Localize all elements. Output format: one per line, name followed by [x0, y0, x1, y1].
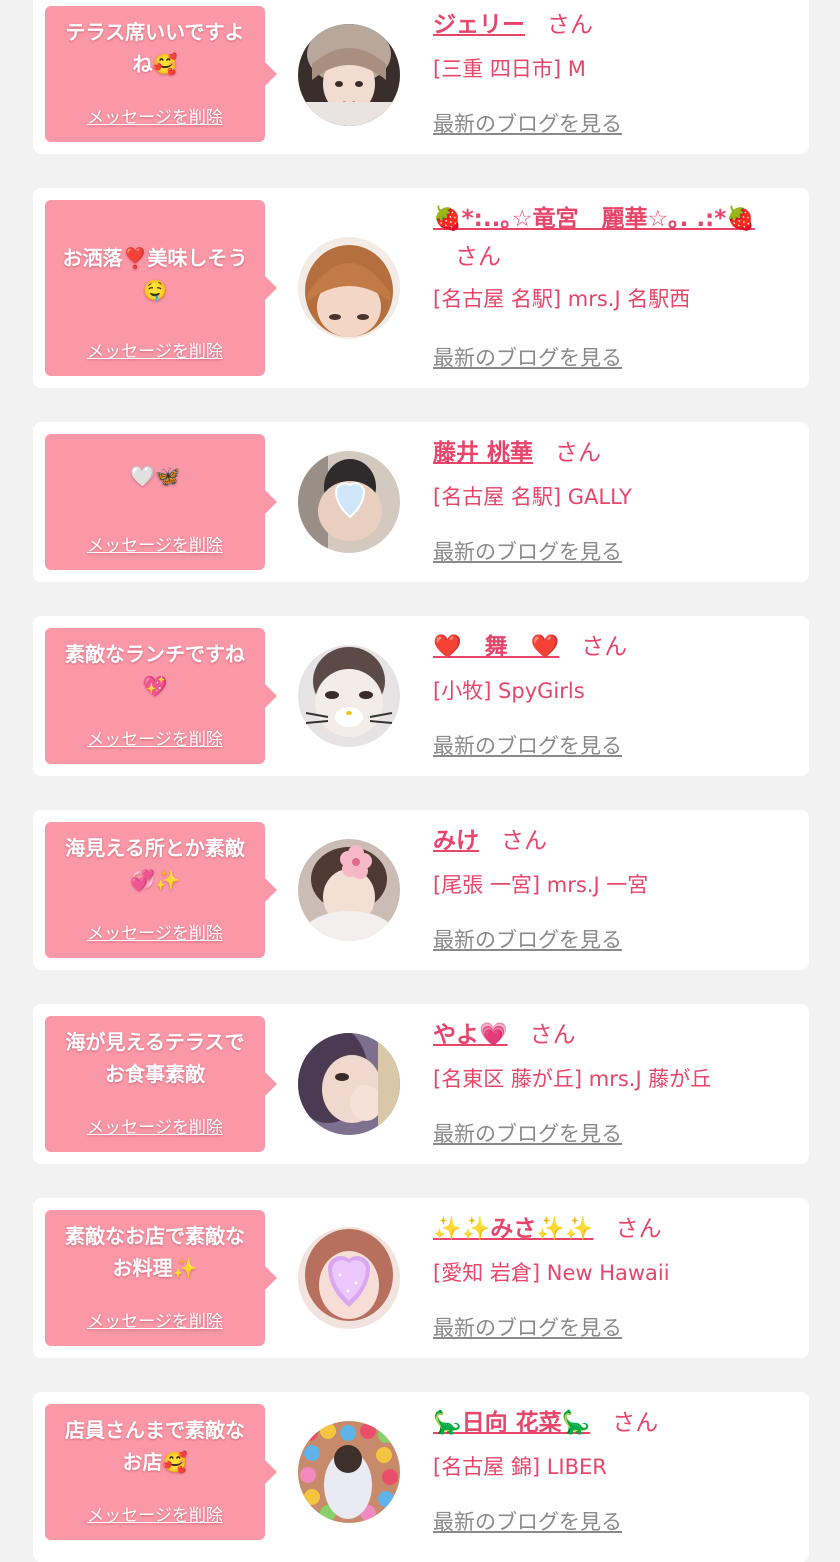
message-bubble: テラス席いいですよね🥰 メッセージを削除 — [45, 6, 277, 142]
sender-info: みけ さん [尾張 一宮] mrs.J 一宮 — [433, 822, 795, 900]
delete-message-link[interactable]: メッセージを削除 — [45, 919, 265, 944]
avatar-photo — [298, 237, 400, 339]
avatar[interactable] — [298, 237, 400, 339]
avatar[interactable] — [298, 839, 400, 941]
message-card: 素敵なランチですね💖 メッセージを削除 ❤️ 舞 ❤️ さん [小牧] SpyGi… — [33, 616, 809, 776]
name-row: 🦕日向 花菜🦕 さん — [433, 1404, 795, 1442]
sender-info: ✨✨みさ✨✨ さん [愛知 岩倉] New Hawaii — [433, 1210, 795, 1288]
sender-name-link[interactable]: ✨✨みさ✨✨ — [433, 1216, 594, 1242]
delete-message-link[interactable]: メッセージを削除 — [45, 1501, 265, 1526]
sender-info: 🍓*:..｡☆竜宮 麗華☆｡. .:*🍓 さん [名古屋 名駅] mrs.J 名駅… — [433, 200, 795, 314]
avatar-photo — [298, 839, 400, 941]
message-text: 店員さんまで素敵なお店🥰 — [65, 1418, 245, 1474]
delete-message-link[interactable]: メッセージを削除 — [45, 103, 265, 128]
latest-blog-link[interactable]: 最新のブログを見る — [433, 108, 622, 138]
message-bubble: 海見える所とか素敵💞✨ メッセージを削除 — [45, 822, 277, 958]
sender-info: ジェリー さん [三重 四日市] M — [433, 6, 795, 84]
message-text: 🤍🦋 — [130, 464, 180, 488]
sender-location: [三重 四日市] M — [433, 57, 586, 81]
message-card: 店員さんまで素敵なお店🥰 メッセージを削除 🦕日向 花菜🦕 さん [名古屋 錦]… — [33, 1392, 809, 1562]
honorific: さん — [529, 1022, 576, 1048]
avatar-photo — [298, 645, 400, 747]
sender-location: [尾張 一宮] mrs.J 一宮 — [433, 873, 649, 897]
message-card: 素敵なお店で素敵なお料理✨ メッセージを削除 ✨✨みさ✨✨ さん [愛知 岩倉] … — [33, 1198, 809, 1358]
honorific: さん — [555, 440, 602, 466]
honorific: さん — [612, 1410, 659, 1436]
message-text: 海見える所とか素敵💞✨ — [65, 836, 245, 892]
delete-message-link[interactable]: メッセージを削除 — [45, 337, 265, 362]
sender-name-link[interactable]: 藤井 桃華 — [433, 440, 533, 466]
name-row: ジェリー さん — [433, 6, 795, 44]
sender-name-link[interactable]: 🦕日向 花菜🦕 — [433, 1410, 590, 1436]
name-row: 🍓*:..｡☆竜宮 麗華☆｡. .:*🍓 さん — [433, 200, 795, 276]
message-text: 海が見えるテラスでお食事素敵 — [65, 1030, 245, 1086]
sender-name-link[interactable]: ❤️ 舞 ❤️ — [433, 634, 559, 660]
message-card: テラス席いいですよね🥰 メッセージを削除 ジェリー さん [三重 四日市] M 最… — [33, 0, 809, 154]
delete-message-link[interactable]: メッセージを削除 — [45, 1113, 265, 1138]
message-text: 素敵なランチですね💖 — [65, 642, 245, 698]
avatar-photo — [298, 451, 400, 553]
message-bubble: お洒落❣️美味しそう🤤 メッセージを削除 — [45, 200, 277, 376]
sender-name-link[interactable]: ジェリー — [433, 12, 525, 38]
sender-info: 藤井 桃華 さん [名古屋 名駅] GALLY — [433, 434, 795, 512]
message-bubble: 素敵なお店で素敵なお料理✨ メッセージを削除 — [45, 1210, 277, 1346]
sender-location: [名古屋 錦] LIBER — [433, 1455, 607, 1479]
delete-message-link[interactable]: メッセージを削除 — [45, 531, 265, 556]
sender-info: ❤️ 舞 ❤️ さん [小牧] SpyGirls — [433, 628, 795, 706]
sender-location: [名古屋 名駅] GALLY — [433, 485, 632, 509]
avatar[interactable] — [298, 1033, 400, 1135]
message-text: テラス席いいですよね🥰 — [65, 20, 245, 76]
name-row: ✨✨みさ✨✨ さん — [433, 1210, 795, 1248]
delete-message-link[interactable]: メッセージを削除 — [45, 725, 265, 750]
latest-blog-link[interactable]: 最新のブログを見る — [433, 1506, 622, 1536]
sender-location: [小牧] SpyGirls — [433, 679, 585, 703]
message-card: 🤍🦋 メッセージを削除 藤井 桃華 さん [名古屋 名駅] GALLY 最新のブロ… — [33, 422, 809, 582]
message-bubble: 素敵なランチですね💖 メッセージを削除 — [45, 628, 277, 764]
honorific: さん — [581, 634, 628, 660]
message-card: 海が見えるテラスでお食事素敵 メッセージを削除 やよ💗 さん [名東区 藤が丘] … — [33, 1004, 809, 1164]
avatar-photo — [298, 24, 400, 126]
avatar-photo — [298, 1227, 400, 1329]
honorific: さん — [615, 1216, 662, 1242]
latest-blog-link[interactable]: 最新のブログを見る — [433, 536, 622, 566]
honorific: さん — [547, 12, 593, 38]
sender-info: 🦕日向 花菜🦕 さん [名古屋 錦] LIBER — [433, 1404, 795, 1482]
latest-blog-link[interactable]: 最新のブログを見る — [433, 924, 622, 954]
name-row: みけ さん — [433, 822, 795, 860]
name-row: 藤井 桃華 さん — [433, 434, 795, 472]
honorific: さん — [455, 244, 501, 270]
sender-location: [名東区 藤が丘] mrs.J 藤が丘 — [433, 1067, 712, 1091]
latest-blog-link[interactable]: 最新のブログを見る — [433, 1118, 622, 1148]
message-card: お洒落❣️美味しそう🤤 メッセージを削除 🍓*:..｡☆竜宮 麗華☆｡. .:*… — [33, 188, 809, 388]
avatar[interactable] — [298, 645, 400, 747]
message-bubble: 店員さんまで素敵なお店🥰 メッセージを削除 — [45, 1404, 277, 1540]
latest-blog-link[interactable]: 最新のブログを見る — [433, 342, 622, 372]
latest-blog-link[interactable]: 最新のブログを見る — [433, 1312, 622, 1342]
name-row: やよ💗 さん — [433, 1016, 795, 1054]
sender-name-link[interactable]: 🍓*:..｡☆竜宮 麗華☆｡. .:*🍓 — [433, 206, 755, 232]
sender-location: [名古屋 名駅] mrs.J 名駅西 — [433, 287, 691, 311]
message-text: お洒落❣️美味しそう🤤 — [62, 246, 248, 302]
avatar-photo — [298, 1033, 400, 1135]
avatar[interactable] — [298, 451, 400, 553]
name-row: ❤️ 舞 ❤️ さん — [433, 628, 795, 666]
avatar[interactable] — [298, 24, 400, 126]
avatar[interactable] — [298, 1421, 400, 1523]
message-list: テラス席いいですよね🥰 メッセージを削除 ジェリー さん [三重 四日市] M 最… — [0, 0, 840, 1562]
message-bubble: 海が見えるテラスでお食事素敵 メッセージを削除 — [45, 1016, 277, 1152]
latest-blog-link[interactable]: 最新のブログを見る — [433, 730, 622, 760]
sender-location: [愛知 岩倉] New Hawaii — [433, 1261, 670, 1285]
message-bubble: 🤍🦋 メッセージを削除 — [45, 434, 277, 570]
message-text: 素敵なお店で素敵なお料理✨ — [65, 1224, 245, 1280]
delete-message-link[interactable]: メッセージを削除 — [45, 1307, 265, 1332]
message-card: 海見える所とか素敵💞✨ メッセージを削除 みけ さん [尾張 一宮] mrs.J… — [33, 810, 809, 970]
honorific: さん — [501, 828, 547, 854]
avatar-photo — [298, 1421, 400, 1523]
avatar[interactable] — [298, 1227, 400, 1329]
sender-name-link[interactable]: やよ💗 — [433, 1022, 508, 1048]
sender-info: やよ💗 さん [名東区 藤が丘] mrs.J 藤が丘 — [433, 1016, 795, 1094]
sender-name-link[interactable]: みけ — [433, 828, 479, 854]
